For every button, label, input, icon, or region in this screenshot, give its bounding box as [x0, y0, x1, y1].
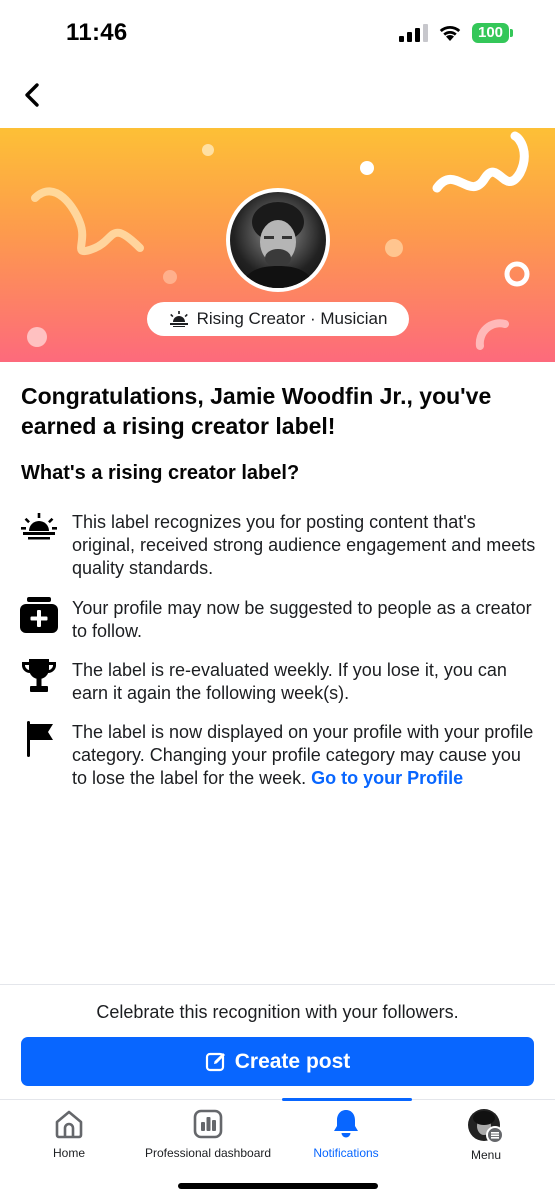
rising-creator-label: Rising Creator · Musician: [196, 309, 388, 328]
info-item-weekly: The label is re-evaluated weekly. If you…: [20, 659, 540, 705]
tab-professional-dashboard[interactable]: Professional dashboard: [137, 1108, 279, 1170]
dashboard-icon: [193, 1109, 223, 1139]
flag-icon: [27, 721, 53, 757]
create-post-label: Create post: [234, 1049, 351, 1073]
trophy-icon: [22, 659, 56, 692]
create-post-button[interactable]: Create post: [21, 1037, 534, 1086]
tab-notifications[interactable]: Notifications: [300, 1108, 392, 1170]
profile-photo: [230, 192, 326, 288]
tab-home[interactable]: Home: [36, 1108, 102, 1170]
section-title: What's a rising creator label?: [21, 462, 300, 484]
profile-avatar[interactable]: [226, 188, 330, 292]
divider: [0, 984, 555, 985]
go-to-profile-link[interactable]: Go to your Profile: [311, 768, 463, 788]
wifi-icon: [439, 25, 461, 41]
info-text: The label is now displayed on your profi…: [72, 721, 540, 790]
info-text-body: The label is now displayed on your profi…: [72, 722, 534, 788]
chevron-left-icon: [25, 83, 39, 107]
back-button[interactable]: [14, 78, 50, 112]
celebration-banner: Rising Creator · Musician: [0, 128, 555, 362]
edit-icon: [205, 1052, 225, 1071]
battery-icon: 100: [472, 23, 513, 43]
info-item-profile-category: The label is now displayed on your profi…: [20, 721, 540, 790]
sunrise-icon: [21, 513, 57, 540]
cellular-signal-icon: [399, 24, 428, 42]
home-icon: [55, 1110, 83, 1139]
info-text: Your profile may now be suggested to peo…: [72, 598, 532, 641]
tab-label: Menu: [470, 1148, 502, 1162]
tab-label: Home: [52, 1146, 85, 1160]
battery-level: 100: [472, 23, 509, 43]
info-text: This label recognizes you for posting co…: [72, 512, 536, 578]
bell-icon: [334, 1110, 358, 1138]
tab-label: Notifications: [313, 1146, 379, 1160]
sunrise-icon: [169, 311, 188, 327]
add-follow-icon: [20, 597, 58, 633]
congratulations-heading: Congratulations, Jamie Woodfin Jr., you'…: [21, 383, 492, 439]
celebrate-text: Celebrate this recognition with your fol…: [96, 1002, 459, 1022]
info-text: The label is re-evaluated weekly. If you…: [72, 660, 507, 703]
tab-menu[interactable]: Menu: [454, 1108, 518, 1170]
active-tab-indicator: [282, 1098, 412, 1101]
tab-label: Professional dashboard: [144, 1146, 272, 1160]
status-bar: 11:46 100: [0, 0, 555, 66]
status-time: 11:46: [66, 19, 128, 46]
info-item-suggested: Your profile may now be suggested to peo…: [20, 597, 540, 643]
profile-avatar-icon: [468, 1109, 504, 1144]
info-item-recognition: This label recognizes you for posting co…: [20, 511, 540, 580]
rising-creator-pill: Rising Creator · Musician: [147, 302, 409, 336]
home-indicator: [178, 1183, 378, 1189]
